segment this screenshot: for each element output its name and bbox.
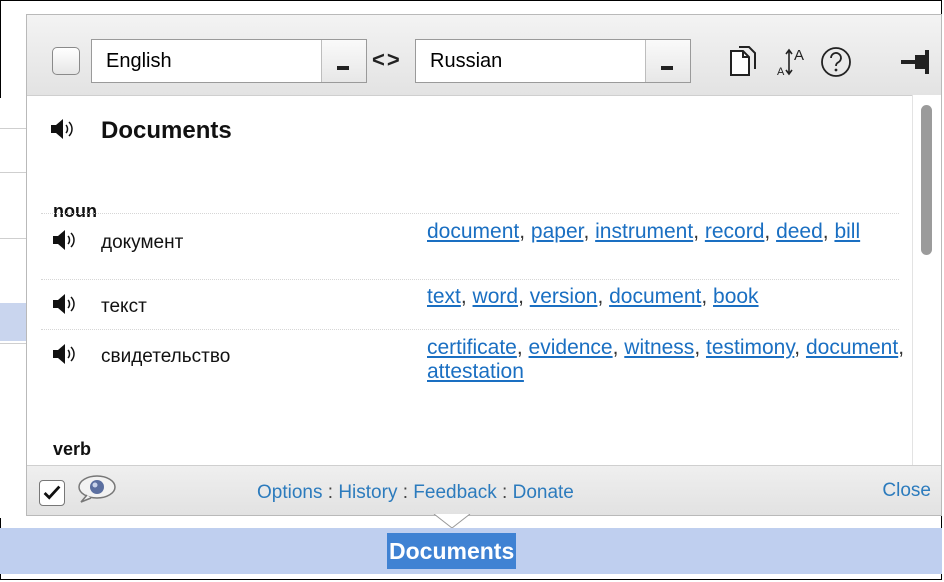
synonym-link[interactable]: word [473, 285, 519, 308]
speaker-icon[interactable] [51, 228, 77, 252]
synonym-link[interactable]: bill [834, 220, 860, 243]
headword: Documents [101, 117, 232, 144]
synonym-link[interactable]: document [609, 285, 701, 308]
speaker-icon[interactable] [49, 117, 75, 141]
scrollbar-thumb[interactable] [921, 105, 932, 255]
popup-footer: Options : History : Feedback : Donate Cl… [27, 465, 941, 515]
selected-text-line: Documents [0, 528, 942, 574]
part-of-speech-verb: verb [53, 439, 92, 459]
swap-languages-button[interactable]: <> [372, 47, 402, 73]
translation-row: свидетельство certificate, evidence, wit… [41, 329, 904, 394]
translation-word: документ [101, 232, 184, 253]
translation-popup: English <> Russian A A Documents noun до… [26, 14, 942, 516]
synonym-link[interactable]: text [427, 285, 461, 308]
synonym-link[interactable]: witness [624, 336, 694, 359]
close-link[interactable]: Close [882, 480, 931, 502]
synonym-link[interactable]: attestation [427, 360, 524, 383]
history-link[interactable]: History [338, 482, 397, 503]
options-link[interactable]: Options [257, 482, 322, 503]
translation-row: текст text, word, version, document, boo… [41, 279, 899, 328]
chevron-down-icon[interactable] [321, 40, 366, 82]
popup-toolbar: English <> Russian A A [27, 15, 941, 96]
synonym-link[interactable]: record [705, 220, 765, 243]
synonym-list: text, word, version, document, book [427, 285, 759, 308]
svg-text:A: A [794, 47, 804, 64]
synonym-link[interactable]: book [713, 285, 759, 308]
target-language-value: Russian [430, 50, 503, 72]
background-page-strip [0, 98, 26, 518]
footer-checkbox[interactable] [39, 480, 65, 506]
synonym-link[interactable]: document [806, 336, 898, 359]
source-language-value: English [106, 50, 172, 72]
chat-bubble-icon[interactable] [75, 474, 119, 504]
toolbar-checkbox[interactable] [52, 47, 80, 75]
synonym-link[interactable]: instrument [595, 220, 693, 243]
speaker-icon[interactable] [51, 292, 77, 316]
translation-row: документ document, paper, instrument, re… [41, 213, 899, 278]
synonym-list: document, paper, instrument, record, dee… [427, 220, 861, 243]
content-scrollbar[interactable] [912, 95, 941, 468]
synonym-list: certificate, evidence, witness, testimon… [427, 336, 905, 383]
copy-icon[interactable] [727, 45, 759, 79]
selected-word[interactable]: Documents [387, 533, 517, 569]
synonym-link[interactable]: version [530, 285, 598, 308]
translation-word: текст [101, 296, 147, 317]
synonym-link[interactable]: paper [531, 220, 584, 243]
synonym-link[interactable]: evidence [529, 336, 613, 359]
source-language-select[interactable]: English [91, 39, 367, 83]
svg-text:A: A [777, 66, 785, 78]
speaker-icon[interactable] [51, 342, 77, 366]
dictionary-content: Documents noun документ document, paper,… [27, 95, 913, 468]
help-icon[interactable] [819, 45, 853, 79]
synonym-link[interactable]: certificate [427, 336, 517, 359]
font-size-icon[interactable]: A A [775, 45, 809, 79]
donate-link[interactable]: Donate [513, 482, 574, 503]
synonym-link[interactable]: deed [776, 220, 823, 243]
footer-links: Options : History : Feedback : Donate [257, 482, 574, 503]
translation-word: свидетельство [101, 346, 231, 367]
target-language-select[interactable]: Russian [415, 39, 691, 83]
pin-icon[interactable] [899, 45, 935, 79]
synonym-link[interactable]: testimony [706, 336, 794, 359]
chevron-down-icon[interactable] [645, 40, 690, 82]
feedback-link[interactable]: Feedback [413, 482, 496, 503]
synonym-link[interactable]: document [427, 220, 519, 243]
